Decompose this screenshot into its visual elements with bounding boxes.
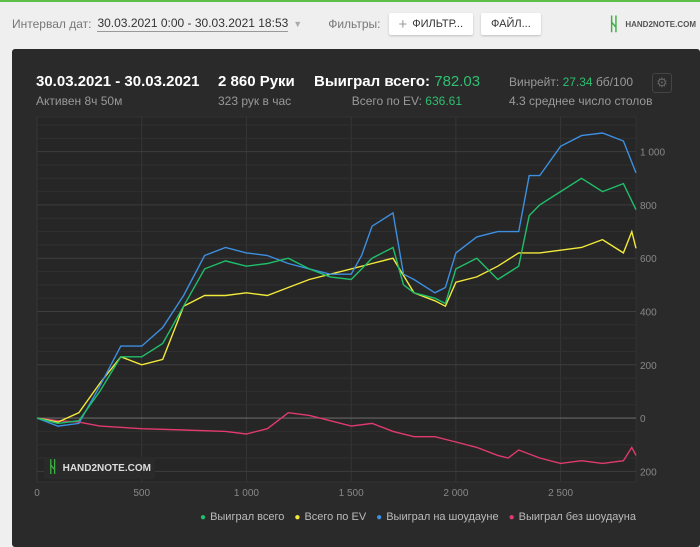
add-filter-button[interactable]: + ФИЛЬТР... (388, 13, 474, 35)
y-tick-label: 1 000 (640, 148, 665, 159)
x-tick-label: 1 000 (234, 488, 259, 499)
logo-icon: ᚺ (48, 459, 58, 476)
chevron-down-icon[interactable]: ▼ (293, 19, 302, 29)
x-tick-label: 500 (133, 488, 150, 499)
legend-label: Выиграл всего (210, 511, 285, 523)
legend-item-ev[interactable]: ● Всего по EV (294, 511, 366, 523)
plus-icon: + (398, 15, 408, 33)
graph-panel: 30.03.2021 - 30.03.2021 Активен 8ч 50м 2… (12, 49, 700, 547)
y-tick-label: 400 (640, 307, 657, 318)
files-label: ФАЙЛ... (491, 18, 531, 30)
legend: ● Выиграл всего ● Всего по EV ● Выиграл на … (200, 511, 636, 523)
files-button[interactable]: ФАЙЛ... (481, 13, 541, 35)
y-tick-label: 200 (640, 467, 657, 478)
legend-item-won[interactable]: ● Выиграл всего (200, 511, 284, 523)
logo-text: HAND2NOTE.COM (625, 20, 696, 29)
x-tick-label: 0 (34, 488, 40, 499)
legend-label: Выиграл на шоудауне (386, 511, 499, 523)
y-tick-label: 200 (640, 361, 657, 372)
date-interval-select[interactable]: 30.03.2021 0:00 - 30.03.2021 18:53 (97, 16, 289, 32)
y-tick-label: 0 (640, 414, 646, 425)
filters-label: Фильтры: (328, 17, 381, 31)
x-tick-label: 2 500 (548, 488, 573, 499)
toolbar: Интервал дат: 30.03.2021 0:00 - 30.03.20… (0, 2, 700, 46)
legend-item-showdown[interactable]: ● Выиграл на шоудауне (376, 511, 498, 523)
watermark: ᚺ HAND2NOTE.COM (44, 457, 155, 479)
watermark-text: HAND2NOTE.COM (62, 462, 151, 474)
x-tick-label: 2 000 (443, 488, 468, 499)
legend-label: Выиграл без шоудауна (518, 511, 636, 523)
hand2note-logo: ᚺ HAND2NOTE.COM (609, 14, 696, 35)
logo-icon: ᚺ (608, 14, 620, 34)
y-tick-label: 800 (640, 201, 657, 212)
x-tick-label: 1 500 (339, 488, 364, 499)
legend-item-non-showdown[interactable]: ● Выиграл без шоудауна (509, 511, 636, 523)
legend-label: Всего по EV (304, 511, 367, 523)
y-tick-label: 600 (640, 254, 657, 265)
add-filter-label: ФИЛЬТР... (412, 18, 464, 30)
interval-label: Интервал дат: (12, 17, 92, 31)
